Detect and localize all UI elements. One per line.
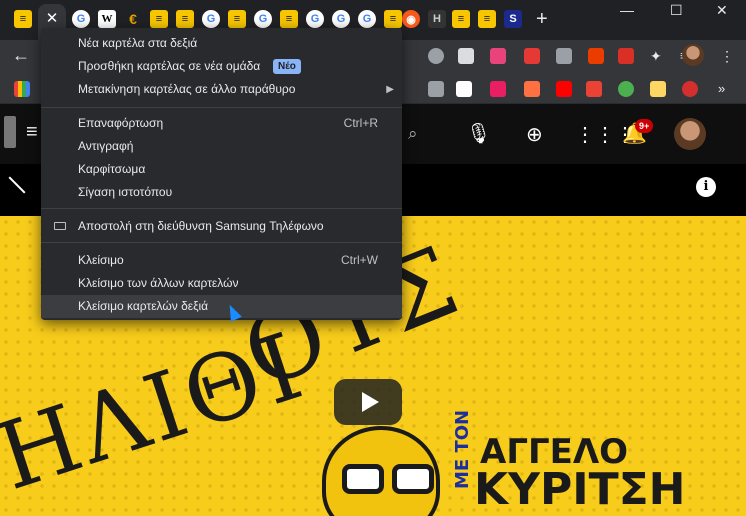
menu-item-duplicate[interactable]: Αντιγραφή (41, 135, 402, 158)
create-video-icon[interactable]: ⊕ (526, 122, 543, 147)
new-badge: Νέο (273, 59, 301, 74)
google-favicon[interactable]: G (332, 10, 350, 28)
apps-icon[interactable] (14, 81, 30, 97)
browser-window: ≡ ✕ G W € ≡ ≡ G ≡ G ≡ G G G ≡ ◉ H ≡ ≡ S … (0, 0, 746, 516)
notification-count-badge: 9+ (635, 119, 654, 133)
s-favicon[interactable]: S (504, 10, 522, 28)
tab-context-menu: Νέα καρτέλα στα δεξιά Προσθήκη καρτέλας … (41, 28, 402, 320)
euro-favicon[interactable]: € (124, 10, 142, 28)
more-menu-icon[interactable]: ⋮ (720, 48, 736, 64)
extension-icon[interactable] (556, 48, 572, 64)
back-arrow-icon[interactable]: ← (12, 45, 30, 66)
bookmark-icon[interactable] (428, 81, 444, 97)
maximize-button[interactable]: ☐ (670, 2, 683, 19)
menu-separator (41, 208, 402, 209)
shield-icon[interactable] (458, 48, 474, 64)
bookmark-icon[interactable] (456, 81, 472, 97)
yellow-app-favicon[interactable]: ≡ (384, 10, 402, 28)
bookmark-icon[interactable] (682, 81, 698, 97)
yellow-app-favicon[interactable]: ≡ (228, 10, 246, 28)
submenu-arrow-icon: ▶ (386, 84, 394, 95)
video-overlay-mark (8, 176, 26, 194)
more-bookmarks-icon[interactable]: » (718, 81, 734, 97)
window-close-button[interactable]: ✕ (716, 2, 728, 19)
play-button[interactable] (334, 379, 402, 425)
laptop-icon (54, 222, 66, 230)
account-avatar[interactable] (674, 118, 706, 150)
yellow-app-favicon[interactable]: ≡ (478, 10, 496, 28)
menu-item-reload[interactable]: Επαναφόρτωση Ctrl+R (41, 112, 402, 135)
menu-item-new-tab-right[interactable]: Νέα καρτέλα στα δεξιά (41, 32, 402, 55)
extension-icon[interactable] (428, 48, 444, 64)
search-icon[interactable]: ⌕ (408, 124, 418, 144)
close-tab-icon[interactable]: ✕ (44, 9, 60, 27)
google-favicon[interactable]: G (358, 10, 376, 28)
menu-item-close-right[interactable]: Κλείσιμο καρτελών δεξιά (41, 295, 402, 318)
sidebar-thumbnail (4, 116, 16, 148)
google-favicon[interactable]: G (254, 10, 272, 28)
google-favicon[interactable]: G (202, 10, 220, 28)
menu-item-close-others[interactable]: Κλείσιμο των άλλων καρτελών (41, 272, 402, 295)
office-icon[interactable] (588, 48, 604, 64)
menu-item-send-to-device[interactable]: Αποστολή στη διεύθυνση Samsung Τηλέφωνο (41, 215, 402, 238)
menu-separator (41, 242, 402, 243)
microphone-icon[interactable]: 🎙 (466, 121, 491, 146)
gmail-icon[interactable] (586, 81, 602, 97)
menu-item-pin[interactable]: Καρφίτσωμα (41, 158, 402, 181)
extension-icon[interactable] (490, 48, 506, 64)
bookmark-icon[interactable] (618, 81, 634, 97)
new-tab-button[interactable]: + (536, 8, 548, 31)
glasses-left (342, 464, 384, 494)
yellow-app-favicon[interactable]: ≡ (176, 10, 194, 28)
google-favicon[interactable]: G (72, 10, 90, 28)
youtube-icon[interactable] (556, 81, 572, 97)
firefox-favicon[interactable]: ◉ (402, 10, 420, 28)
yellow-app-favicon[interactable]: ≡ (150, 10, 168, 28)
play-icon (361, 392, 379, 412)
minimize-button[interactable]: — (620, 2, 634, 18)
menu-item-mute-site[interactable]: Σίγαση ιστοτόπου (41, 181, 402, 204)
glasses-right (392, 464, 434, 494)
gmail-checker-icon[interactable] (618, 48, 634, 64)
tab-favicon-1[interactable]: ≡ (14, 10, 32, 28)
google-favicon[interactable]: G (306, 10, 324, 28)
bookmark-icon[interactable] (490, 81, 506, 97)
yellow-app-favicon[interactable]: ≡ (452, 10, 470, 28)
hamburger-menu-icon[interactable]: ≡ (26, 121, 38, 144)
puzzle-icon[interactable]: ✦ (650, 48, 666, 64)
h-favicon[interactable]: H (428, 10, 446, 28)
notes-icon[interactable] (650, 81, 666, 97)
info-icon[interactable]: i (696, 177, 716, 197)
menu-separator (41, 107, 402, 108)
menu-item-close[interactable]: Κλείσιμο Ctrl+W (41, 249, 402, 272)
cover-name-last: ΚΥΡΙΤΣΗ (474, 464, 686, 515)
menu-item-add-to-group[interactable]: Προσθήκη καρτέλας σε νέα ομάδα Νέο (41, 55, 402, 78)
pin-icon[interactable] (524, 48, 540, 64)
yellow-app-favicon[interactable]: ≡ (280, 10, 298, 28)
cover-me-ton: ΜΕ ΤΟΝ (452, 409, 473, 489)
profile-avatar[interactable] (682, 44, 704, 66)
bookmark-icon[interactable] (524, 81, 540, 97)
wikipedia-favicon[interactable]: W (98, 10, 116, 28)
menu-item-move-to-window[interactable]: Μετακίνηση καρτέλας σε άλλο παράθυρο ▶ (41, 78, 402, 101)
